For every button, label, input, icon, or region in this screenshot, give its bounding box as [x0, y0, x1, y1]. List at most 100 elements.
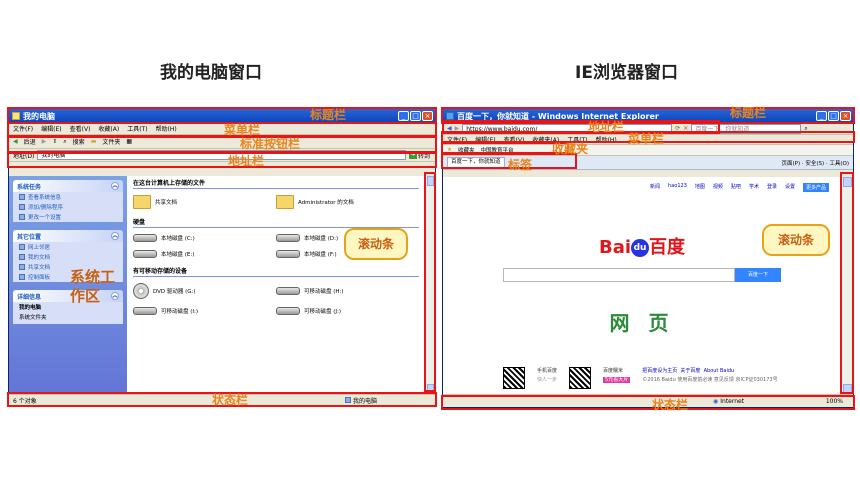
more-products-button[interactable]: 更多产品	[802, 183, 829, 192]
drive-item[interactable]: 可移动磁盘 (J:)	[276, 307, 419, 315]
hard-drives-title: 硬盘	[133, 217, 419, 228]
drive-item[interactable]: DVD 驱动器 (G:)	[133, 283, 276, 299]
baidu-search-button[interactable]: 百度一下	[735, 268, 781, 282]
logo-cn: 百度	[649, 237, 686, 258]
close-button[interactable]: ×	[840, 111, 851, 121]
top-link[interactable]: 视频	[713, 183, 723, 192]
ie-favorites-annotation: 收藏夹	[552, 142, 589, 156]
drive-item[interactable]: 本地磁盘 (E:)	[133, 250, 276, 258]
ie-titlebar[interactable]: 百度一下，你就知道 - Windows Internet Explorer	[443, 109, 853, 123]
nuomi-label: 百度糯米	[603, 368, 624, 374]
place-item[interactable]: 网上邻居	[13, 242, 123, 252]
mycomputer-titlebar[interactable]: 我的电脑	[9, 109, 435, 123]
footer-link[interactable]: About Baidu	[704, 368, 735, 374]
ie-search-input[interactable]: 百度一下，你就知道	[691, 123, 802, 134]
footer-link[interactable]: 把百度设为主页	[642, 368, 677, 374]
search-icon: ⌕	[63, 137, 67, 145]
back-arrow-icon[interactable]: ◀	[13, 138, 18, 145]
menu-file[interactable]: 文件(F)	[447, 135, 467, 144]
copyright: ©2016 Baidu 使用百度前必读 意见反馈 京ICP证030173号	[642, 377, 778, 383]
ie-vertical-scrollbar[interactable]	[841, 177, 853, 394]
collapse-icon[interactable]: ︽	[111, 182, 119, 190]
removable-disk-icon	[276, 307, 300, 315]
other-places-header[interactable]: 其它位置 ︽	[13, 230, 123, 242]
ie-search-placeholder: 百度一下，你就知道	[695, 125, 750, 133]
mycomputer-menubar: 文件(F) 编辑(E) 查看(V) 收藏(A) 工具(T) 帮助(H)	[9, 123, 435, 135]
hard-drive-icon	[133, 250, 157, 258]
hard-drive-icon	[133, 234, 157, 242]
menu-tools[interactable]: 工具(T)	[127, 124, 147, 133]
folder-label: Administrator 的文档	[298, 200, 354, 206]
favorites-button[interactable]: 收藏夹	[458, 146, 475, 154]
top-link[interactable]: 登录	[767, 183, 777, 192]
top-link[interactable]: 学术	[749, 183, 759, 192]
footer-link[interactable]: 关于百度	[680, 368, 700, 374]
top-link[interactable]: 设置	[785, 183, 795, 192]
menu-help[interactable]: 帮助(H)	[156, 124, 177, 133]
top-link[interactable]: 新闻	[650, 183, 660, 192]
drive-label: 本地磁盘 (C:)	[161, 236, 195, 242]
status-object-count: 6 个对象	[13, 397, 37, 405]
menu-view[interactable]: 查看(V)	[504, 135, 525, 144]
task-item[interactable]: 添加/删除程序	[13, 202, 123, 212]
drive-item[interactable]: 可移动磁盘 (I:)	[133, 307, 276, 315]
mycomputer-title: 我的电脑	[23, 111, 55, 121]
drive-item[interactable]: 本地磁盘 (C:)	[133, 234, 276, 242]
search-icon[interactable]: ⌕	[804, 125, 807, 133]
favorite-link[interactable]: 中国教育平台	[480, 146, 513, 154]
ie-heading: IE浏览器窗口	[575, 63, 678, 83]
maximize-button[interactable]: □	[828, 111, 839, 121]
address-input[interactable]: 我的电脑	[37, 150, 406, 160]
ie-command-bar[interactable]: 页面(P) · 安全(S) · 工具(O)	[781, 159, 849, 167]
folders-button[interactable]: 文件夹	[102, 137, 120, 146]
menu-view[interactable]: 查看(V)	[70, 124, 91, 133]
go-arrow-icon: ➜	[409, 151, 417, 159]
nuomi-app[interactable]: 百度糯米 5元看大片	[603, 367, 631, 389]
up-folder-icon[interactable]: ⬆	[52, 138, 57, 145]
folder-label: 共享文档	[155, 200, 178, 206]
statusbar-annotation: 状态栏	[212, 393, 249, 407]
scrollbar-callout: 滚动条	[344, 228, 408, 260]
task-label: 添加/删除程序	[28, 205, 63, 211]
ie-tab[interactable]: 百度一下，你就知道	[447, 157, 505, 168]
folder-item[interactable]: Administrator 的文档	[276, 195, 419, 209]
collapse-icon[interactable]: ︽	[111, 232, 119, 240]
star-icon: ★	[447, 147, 452, 153]
folder-item[interactable]: 共享文档	[133, 195, 276, 209]
minimize-button[interactable]: _	[816, 111, 827, 121]
menu-help[interactable]: 帮助(H)	[596, 135, 617, 144]
ie-titlebar-annotation: 标题栏	[730, 106, 767, 120]
top-link[interactable]: 贴吧	[731, 183, 741, 192]
system-tasks-panel: 系统任务 ︽ 查看系统信息 添加/删除程序 更改一个设置	[13, 180, 123, 222]
drive-item[interactable]: 可移动磁盘 (H:)	[276, 283, 419, 299]
menu-edit[interactable]: 编辑(E)	[475, 135, 495, 144]
task-item[interactable]: 查看系统信息	[13, 192, 123, 202]
close-button[interactable]: ×	[422, 111, 433, 121]
menu-edit[interactable]: 编辑(E)	[41, 124, 61, 133]
maximize-button[interactable]: □	[410, 111, 421, 121]
menu-favorites[interactable]: 收藏(A)	[98, 124, 119, 133]
baidu-search: 百度一下	[503, 268, 781, 282]
task-item[interactable]: 更改一个设置	[13, 212, 123, 222]
zoom-level[interactable]: 100%	[826, 398, 843, 405]
forward-arrow-icon[interactable]: ▶	[42, 138, 47, 145]
mobile-app[interactable]: 手机百度 快人一步	[537, 367, 557, 389]
baidu-top-links: 新闻 hao123 地图 视频 贴吧 学术 登录 设置 更多产品	[650, 183, 829, 192]
minimize-button[interactable]: _	[398, 111, 409, 121]
top-link[interactable]: hao123	[668, 183, 687, 192]
menu-file[interactable]: 文件(F)	[13, 124, 33, 133]
system-tasks-header[interactable]: 系统任务 ︽	[13, 180, 123, 192]
baidu-search-input[interactable]	[503, 268, 735, 282]
vertical-scrollbar[interactable]	[425, 176, 435, 394]
views-icon[interactable]: ▦	[126, 138, 132, 145]
refresh-icon[interactable]: ⟳	[675, 125, 680, 132]
go-button[interactable]: ➜ 转到	[409, 150, 435, 160]
stop-icon[interactable]: ✕	[683, 125, 688, 132]
back-button[interactable]: 后退	[24, 137, 36, 146]
forward-arrow-icon[interactable]: ▶	[455, 125, 460, 132]
place-item[interactable]: 我的文档	[13, 252, 123, 262]
hard-drive-icon	[276, 250, 300, 258]
top-link[interactable]: 地图	[695, 183, 705, 192]
search-button[interactable]: 搜索	[73, 137, 85, 146]
back-arrow-icon[interactable]: ◀	[447, 125, 452, 132]
